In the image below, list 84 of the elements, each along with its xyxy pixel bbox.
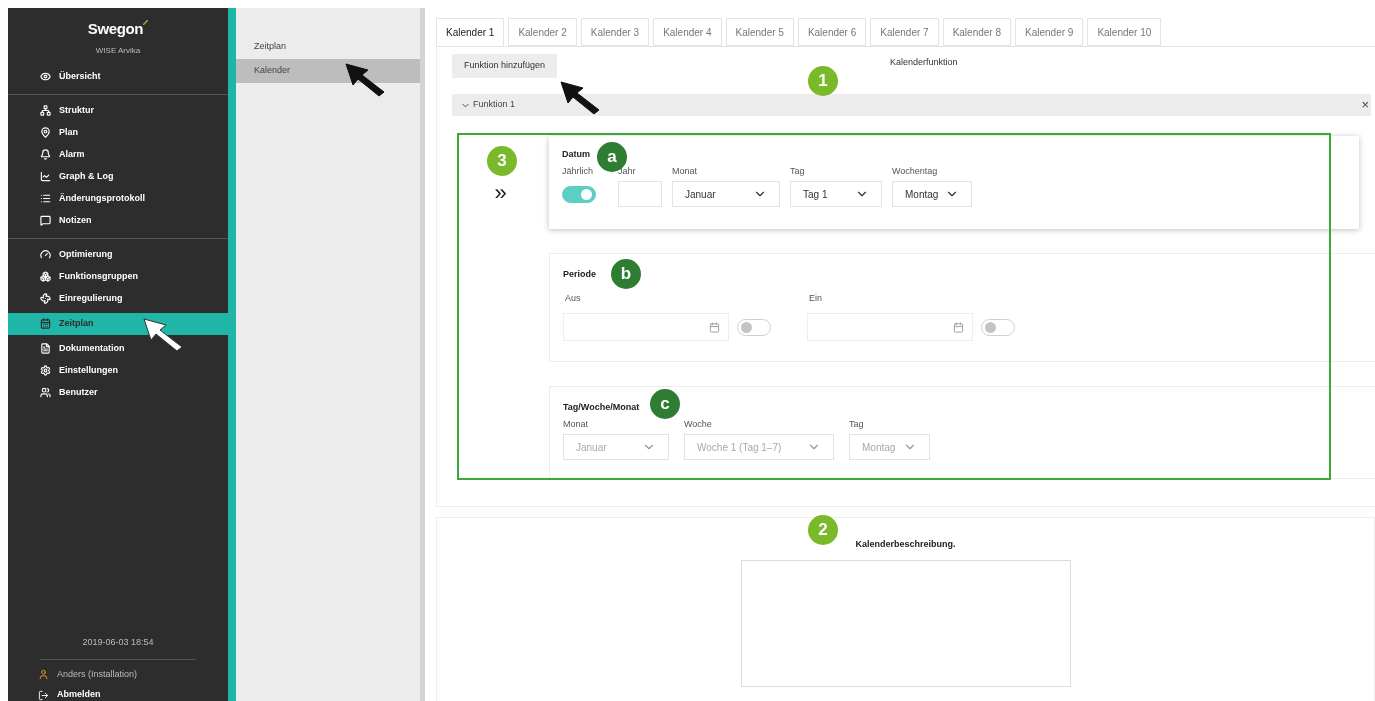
menu-icon	[40, 343, 51, 354]
close-button[interactable]: ×	[1361, 95, 1369, 115]
callout-badge: b	[611, 259, 641, 289]
field-label: Monat	[563, 417, 589, 431]
site-name: WISE Arvika	[95, 44, 141, 57]
sidebar-item[interactable]: Einstellungen	[8, 362, 228, 379]
calendar-tab[interactable]: Kalender 7	[870, 18, 939, 46]
callout-badge: c	[650, 389, 680, 419]
toggle-switch[interactable]	[562, 185, 596, 203]
logout-link[interactable]: Abmelden	[38, 689, 196, 701]
card-title: Datum	[562, 148, 590, 161]
menu-icon	[40, 249, 51, 260]
toggle-switch[interactable]	[981, 318, 1015, 336]
year-input[interactable]	[618, 181, 662, 207]
menu-icon	[40, 105, 51, 116]
calendar-tab[interactable]: Kalender 3	[580, 18, 650, 46]
calendar-tab[interactable]: Kalender 1	[436, 18, 505, 46]
callout-badge: 2	[808, 515, 838, 545]
sidebar-item[interactable]: Funktionsgruppen	[8, 268, 228, 285]
dropdown[interactable]: Tag 1	[790, 181, 882, 207]
sidebar-item[interactable]: Dokumentation	[8, 340, 228, 357]
leaf-icon	[143, 20, 149, 25]
calendar-tab[interactable]: Kalender 9	[1015, 18, 1084, 46]
card-title: Tag/Woche/Monat	[563, 401, 640, 414]
field-label: Ein	[808, 291, 823, 305]
sidebar-item[interactable]: Graph & Log	[8, 168, 228, 185]
accordion-header[interactable]: Funktion 1 ×	[452, 94, 1371, 116]
menu-icon	[40, 365, 51, 376]
field-label: Jährlich	[562, 164, 594, 178]
callout-badge: 1	[808, 66, 838, 96]
field-label: Jahr	[618, 164, 637, 178]
toggle-switch[interactable]	[737, 318, 771, 336]
user-icon	[38, 668, 49, 680]
sidebar-item[interactable]: Übersicht	[8, 68, 228, 85]
sidebar-item[interactable]: Änderungsprotokoll	[8, 190, 228, 207]
logout-icon	[38, 689, 49, 701]
submenu-item[interactable]: Kalender	[236, 59, 420, 83]
menu-icon	[40, 215, 51, 226]
field-label: Woche	[684, 417, 713, 431]
section-title: Kalenderfunktion	[890, 56, 958, 69]
submenu-item[interactable]: Zeitplan	[236, 35, 420, 59]
sidebar-item[interactable]: Alarm	[8, 146, 228, 163]
calendar-icon	[953, 321, 964, 333]
card-title: Periode	[563, 268, 596, 281]
field-label: Tag	[849, 417, 865, 431]
menu-icon	[40, 149, 51, 160]
field-label: Tag	[790, 164, 806, 178]
menu-icon	[40, 387, 51, 398]
date-input[interactable]	[563, 313, 729, 341]
menu-icon	[40, 271, 51, 282]
dropdown[interactable]: Januar	[672, 181, 780, 207]
logo-text: Swegon	[87, 19, 144, 39]
calendar-tab[interactable]: Kalender 8	[942, 18, 1011, 46]
callout-badge: 3	[487, 146, 517, 176]
timestamp: 2019-06-03 18:54	[81, 636, 155, 649]
calendar-tab[interactable]: Kalender 4	[653, 18, 722, 46]
sidebar-item[interactable]: Benutzer	[8, 384, 228, 401]
sidebar-item[interactable]: Plan	[8, 124, 228, 141]
sidebar-item[interactable]: Struktur	[8, 102, 228, 119]
menu-icon	[40, 127, 51, 138]
menu-icon	[40, 71, 51, 82]
sidebar-item[interactable]: Optimierung	[8, 246, 228, 263]
calendar-tab[interactable]: Kalender 5	[725, 18, 794, 46]
dropdown[interactable]: Montag	[892, 181, 972, 207]
add-function-button[interactable]: Funktion hinzufügen	[452, 54, 558, 78]
user-name: Anders (Installation)	[57, 667, 138, 681]
calendar-tab[interactable]: Kalender 6	[797, 18, 867, 46]
menu-icon	[40, 171, 51, 182]
field-label: Aus	[564, 291, 582, 305]
expand-marker[interactable]: »	[494, 182, 507, 200]
menu-icon	[40, 293, 51, 304]
sidebar-item[interactable]: Notizen	[8, 212, 228, 229]
calendar-icon	[709, 321, 720, 333]
menu-icon	[40, 318, 51, 329]
field-label: Wochentag	[892, 164, 939, 178]
menu-icon	[40, 193, 51, 204]
accordion-title: Funktion 1	[473, 98, 516, 112]
calendar-tab[interactable]: Kalender 10	[1087, 18, 1162, 46]
calendar-tab[interactable]: Kalender 2	[508, 18, 577, 46]
field-label: Monat	[672, 164, 698, 178]
date-input[interactable]	[807, 313, 973, 341]
description-textarea[interactable]	[740, 559, 1071, 687]
description-title: Kalenderbeschreibung.	[855, 538, 956, 551]
sidebar-item[interactable]: Einregulierung	[8, 290, 228, 307]
